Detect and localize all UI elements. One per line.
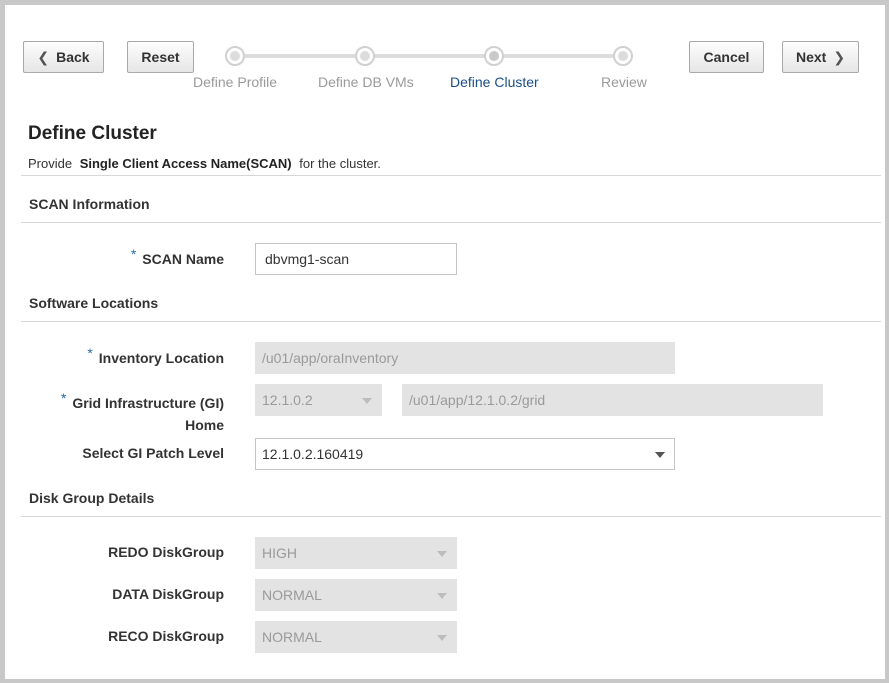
chevron-down-icon [437,551,447,557]
subtitle-prefix: Provide [28,156,73,171]
data-diskgroup-select: NORMAL [255,579,457,611]
gi-version-select: 12.1.0.2 [255,384,382,416]
scan-name-input[interactable]: dbvmg1-scan [255,243,457,275]
chevron-down-icon [437,593,447,599]
next-button-label: Next [795,49,827,65]
divider [21,516,881,517]
reset-button[interactable]: Reset [127,41,194,73]
chevron-down-icon [362,398,372,404]
reco-diskgroup-label: RECO DiskGroup [108,628,224,644]
required-marker: * [87,345,93,361]
divider [21,175,881,176]
train-step-review: Review [601,74,647,90]
train-connector [240,54,629,58]
data-diskgroup-label: DATA DiskGroup [112,586,224,602]
gi-patch-level-label: Select GI Patch Level [82,445,224,461]
train-step-define-db-vms[interactable]: Define DB VMs [318,74,414,90]
divider [21,321,881,322]
page-subtitle: Provide Single Client Access Name(SCAN) … [28,156,381,171]
chevron-down-icon [437,635,447,641]
cancel-button[interactable]: Cancel [689,41,764,73]
redo-diskgroup-label: REDO DiskGroup [108,544,224,560]
redo-diskgroup-select: HIGH [255,537,457,569]
section-title-disk-group: Disk Group Details [29,490,155,506]
train-step-define-cluster: Define Cluster [450,74,539,90]
cancel-button-label: Cancel [703,49,750,65]
chevron-down-icon[interactable] [655,452,665,458]
page-title: Define Cluster [28,123,157,144]
divider [21,222,881,223]
train-step-dot-define-db-vms[interactable] [355,46,375,66]
reco-diskgroup-select: NORMAL [255,621,457,653]
subtitle-emphasis: Single Client Access Name(SCAN) [79,156,292,171]
wizard-panel: ❮ Back Reset Cancel Next ❯ Define Profil… [0,0,889,683]
required-marker: * [60,390,67,406]
required-marker: * [130,246,137,262]
gi-home-label: * Grid Infrastructure (GI) Home [60,390,224,433]
train-step-dot-review [613,46,633,66]
back-button[interactable]: ❮ Back [23,41,104,73]
back-button-label: Back [56,49,90,65]
train-step-dot-define-cluster [484,46,504,66]
gi-home-path-input: /u01/app/12.1.0.2/grid [402,384,823,416]
next-button[interactable]: Next ❯ [782,41,859,73]
gi-patch-level-select[interactable]: 12.1.0.2.160419 [255,438,675,470]
section-title-scan: SCAN Information [29,196,150,212]
train-step-dot-define-profile[interactable] [225,46,245,66]
reset-button-label: Reset [141,49,180,65]
chevron-left-icon: ❮ [37,48,50,65]
inventory-location-input: /u01/app/oraInventory [255,342,675,374]
subtitle-suffix: for the cluster. [299,156,381,171]
train-step-define-profile[interactable]: Define Profile [193,74,277,90]
section-title-software: Software Locations [29,295,159,311]
scan-name-label: * SCAN Name [130,246,224,267]
inventory-location-label: * Inventory Location [87,345,224,366]
chevron-right-icon: ❯ [833,48,846,65]
